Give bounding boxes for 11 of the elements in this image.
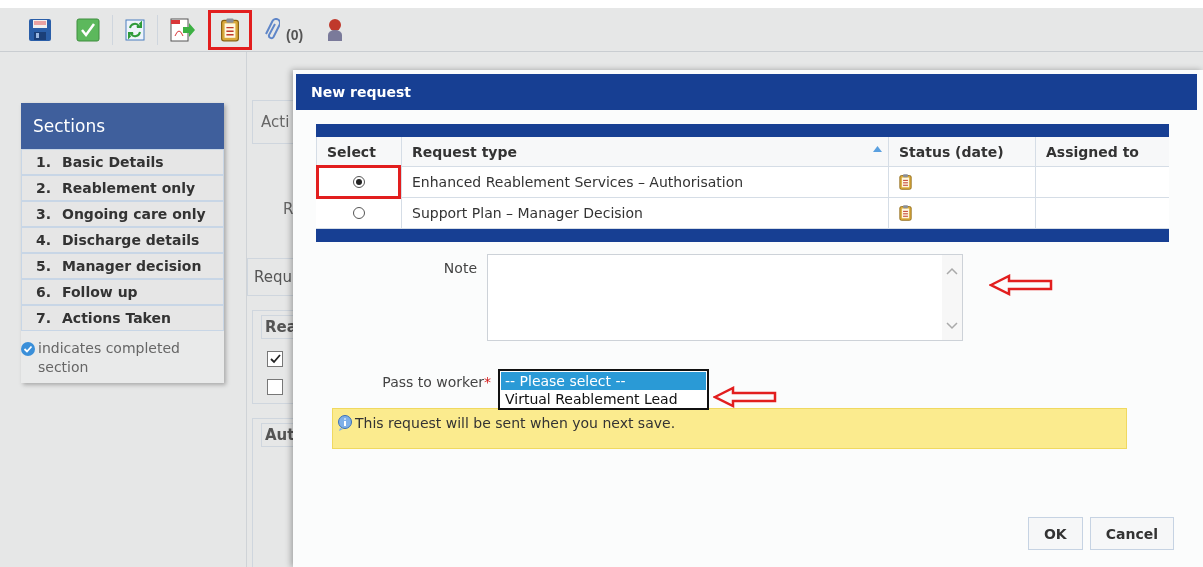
table-cell: Support Plan – Manager Decision	[401, 198, 888, 228]
legend-text: indicates completed section	[38, 339, 181, 377]
attachment-count: (0)	[286, 26, 304, 43]
dialog-title: New request	[311, 84, 411, 100]
required-mark: *	[484, 374, 491, 390]
note-label: Note	[443, 260, 477, 276]
pass-to-worker-label: Pass to worker	[382, 374, 484, 390]
table-cell: Enhanced Reablement Services – Authorisation	[401, 167, 888, 197]
field-label: R	[283, 200, 294, 218]
sections-title: Sections	[33, 116, 106, 136]
info-text: This request will be sent when you next save.	[355, 415, 676, 431]
